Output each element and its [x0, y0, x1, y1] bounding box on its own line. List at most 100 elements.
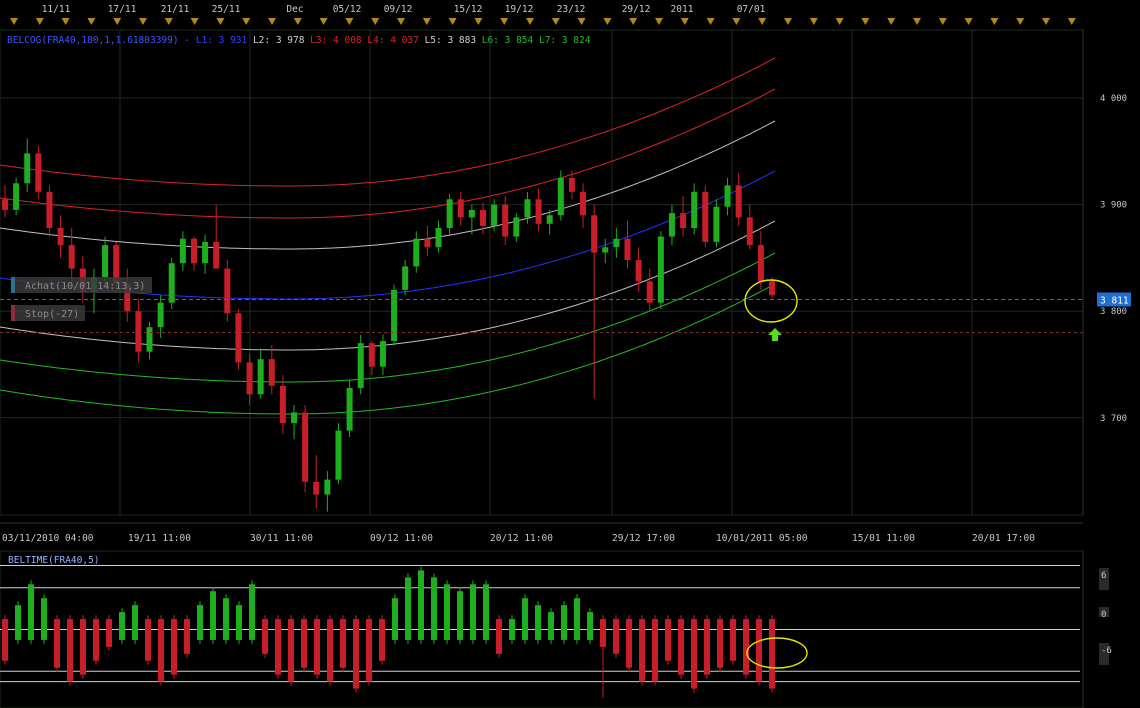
candle-body [146, 327, 153, 352]
indicator-bar [249, 584, 255, 640]
candle-body [713, 206, 720, 242]
candle-body [135, 311, 142, 352]
candle-body [291, 412, 298, 424]
candle-body [535, 199, 542, 224]
candle-body [391, 289, 398, 342]
indicator-bar [106, 619, 112, 647]
candle-body [546, 215, 553, 224]
candle-body [635, 260, 642, 282]
candle-body [479, 209, 486, 226]
candle-body [746, 217, 753, 246]
candle-body [446, 199, 453, 229]
indicator-bar [210, 591, 216, 640]
indicator-bar [158, 619, 164, 682]
indicator-bar [639, 619, 645, 682]
indicator-bar [756, 619, 762, 682]
indicator-bar [197, 605, 203, 640]
indicator-bar [288, 619, 294, 682]
indicator-bar [93, 619, 99, 661]
indicator-bar [2, 619, 8, 661]
top-date-label: 21/11 [161, 4, 190, 15]
candle-body [680, 213, 687, 229]
indicator-bar [275, 619, 281, 675]
time-tick-label: 30/11 11:00 [250, 533, 313, 544]
candle-body [402, 266, 409, 290]
top-date-label: 29/12 [622, 4, 651, 15]
indicator-bar [41, 598, 47, 640]
indicator-tick-label: 0 [1101, 610, 1106, 620]
top-date-label: 23/12 [557, 4, 586, 15]
candle-body [13, 183, 20, 210]
candle-body [702, 191, 709, 242]
indicator-bar [366, 619, 372, 682]
last-price-label: 3 811 [1100, 295, 1129, 306]
candle-body [668, 213, 675, 237]
legend-item: L5: 3 883 [425, 35, 482, 46]
indicator-bar [28, 584, 34, 640]
candle-body [557, 177, 564, 216]
candle-body [57, 228, 64, 246]
indicator-bar [470, 584, 476, 640]
candle-body [568, 177, 575, 192]
stop-order-label: Stop(-27) [25, 309, 79, 320]
candle-body [235, 313, 242, 363]
indicator-bar [431, 577, 437, 640]
indicator-bar [483, 584, 489, 640]
candle-body [35, 153, 42, 192]
candle-body [157, 302, 164, 328]
candle-body [591, 215, 598, 253]
legend-name: BELCOG(FRA40,180,1,1.61803399) - [7, 35, 196, 46]
indicator-bar [392, 598, 398, 640]
indicator-bar [184, 619, 190, 654]
indicator-bar [171, 619, 177, 675]
candle-body [168, 263, 175, 303]
indicator-bar [613, 619, 619, 654]
time-tick-label: 09/12 11:00 [370, 533, 433, 544]
indicator-bar [509, 619, 515, 640]
candle-body [757, 245, 764, 282]
candle-body [224, 268, 231, 314]
candle-body [624, 238, 631, 261]
time-tick-label: 29/12 17:00 [612, 533, 675, 544]
candle-body [691, 191, 698, 229]
price-tick-label: 3 800 [1100, 307, 1127, 317]
indicator-bar [301, 619, 307, 668]
candle-body [2, 199, 8, 210]
legend-item: L6: 3 854 [482, 35, 539, 46]
indicator-bar [223, 598, 229, 640]
price-tick-label: 3 900 [1100, 201, 1127, 211]
indicator-bar [743, 619, 749, 675]
candle-body [279, 385, 286, 424]
legend-item: L1: 3 931 [196, 35, 253, 46]
time-tick-label: 10/01/2011 05:00 [716, 533, 808, 544]
indicator-bar [457, 591, 463, 640]
legend-item: L3: 4 008 [310, 35, 367, 46]
candle-body [502, 204, 509, 237]
candle-body [257, 359, 264, 395]
indicator-bar [574, 598, 580, 640]
candle-body [246, 362, 253, 395]
candle-body [491, 204, 498, 226]
top-date-label: 25/11 [212, 4, 241, 15]
indicator-bar [67, 619, 73, 682]
candle-body [468, 209, 475, 218]
indicator-bar [444, 584, 450, 640]
buy-order-label: Achat(10/01 14:13,3) [25, 281, 145, 292]
legend-item: L2: 3 978 [253, 35, 310, 46]
indicator-bar [522, 598, 528, 640]
indicator-bar [665, 619, 671, 661]
indicator-bar [535, 605, 541, 640]
candle-body [413, 238, 420, 267]
candle-body [580, 191, 587, 216]
price-tick-label: 4 000 [1100, 94, 1127, 104]
indicator-title: BELTIME(FRA40,5) [8, 555, 100, 566]
top-date-label: 19/12 [505, 4, 534, 15]
candle-body [335, 430, 342, 480]
candle-body [190, 238, 197, 264]
candle-body [346, 387, 353, 431]
candle-body [657, 236, 664, 303]
candle-body [735, 185, 742, 218]
candle-body [102, 245, 109, 278]
indicator-bar [717, 619, 723, 668]
candle-body [357, 343, 364, 388]
